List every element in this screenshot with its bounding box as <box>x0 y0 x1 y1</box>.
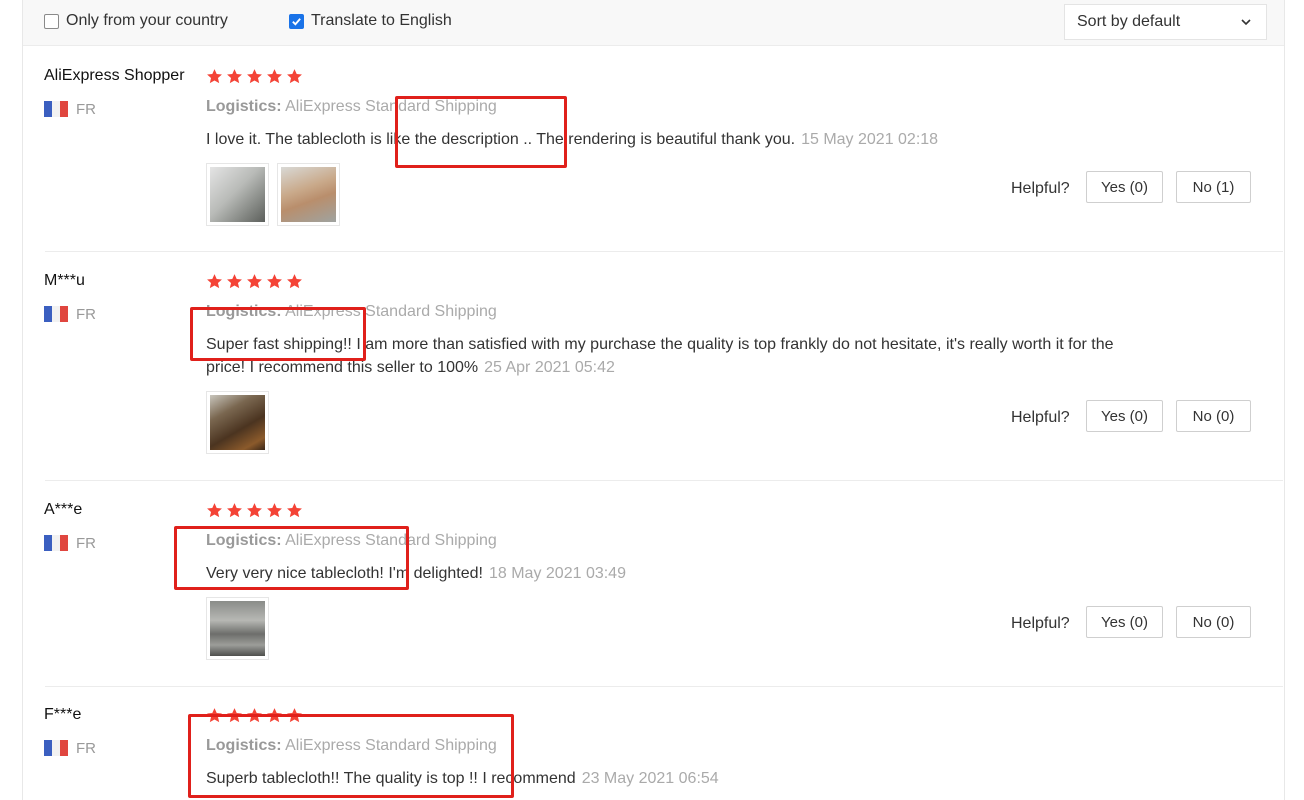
review-text: I love it. The tablecloth is like the de… <box>206 128 1126 151</box>
page-border-right <box>1284 0 1285 800</box>
review-photo-thumbnail[interactable] <box>206 163 269 226</box>
country-filter[interactable]: Only from your country <box>44 12 228 30</box>
helpful-yes-button[interactable]: Yes (0) <box>1086 171 1163 203</box>
helpful-yes-button[interactable]: Yes (0) <box>1086 606 1163 638</box>
france-flag-icon <box>44 535 68 551</box>
star-icon <box>247 274 262 289</box>
helpful-no-button[interactable]: No (0) <box>1176 606 1251 638</box>
reviewer-name: F***e <box>44 706 82 723</box>
review-photo <box>210 395 265 450</box>
star-icon <box>227 503 242 518</box>
helpful-yes-button[interactable]: Yes (0) <box>1086 400 1163 432</box>
star-icon <box>287 69 302 84</box>
review-item: M***u FR Logistics: AliExpress Standard … <box>23 252 1284 480</box>
highlight-box <box>188 714 514 798</box>
star-icon <box>227 69 242 84</box>
checkmark-icon <box>292 17 301 26</box>
highlight-box <box>190 307 366 361</box>
logistics-label: Logistics: <box>206 98 282 115</box>
france-flag-icon <box>44 306 68 322</box>
star-icon <box>207 274 222 289</box>
star-icon <box>267 274 282 289</box>
sort-select-value: Sort by default <box>1077 13 1181 30</box>
review-photo-thumbnail[interactable] <box>277 163 340 226</box>
review-photo-thumbnail[interactable] <box>206 391 269 454</box>
star-icon <box>247 69 262 84</box>
helpful-label: Helpful? <box>1011 409 1070 426</box>
review-date: 18 May 2021 03:49 <box>488 565 626 582</box>
star-icon <box>287 274 302 289</box>
reviewer-name: M***u <box>44 272 85 289</box>
star-icon <box>207 69 222 84</box>
star-icon <box>247 503 262 518</box>
review-date: 15 May 2021 02:18 <box>801 131 939 148</box>
filter-bar: Only from your country Translate to Engl… <box>23 0 1284 46</box>
france-flag-icon <box>44 740 68 756</box>
translate-checkbox[interactable] <box>289 13 304 29</box>
review-photo <box>210 601 265 656</box>
france-flag-icon <box>44 101 68 117</box>
helpful-label: Helpful? <box>1011 615 1070 632</box>
country-filter-label: Only from your country <box>66 12 228 29</box>
country-checkbox[interactable] <box>44 13 59 29</box>
star-icon <box>267 69 282 84</box>
sort-select[interactable]: Sort by default <box>1064 4 1267 40</box>
helpful-no-button[interactable]: No (0) <box>1176 400 1251 432</box>
star-rating <box>206 502 303 519</box>
star-icon <box>267 503 282 518</box>
review-item: AliExpress Shopper FR Logistics: AliExpr… <box>23 46 1284 251</box>
star-rating <box>206 273 303 290</box>
review-date: 25 Apr 2021 05:42 <box>484 359 615 376</box>
star-icon <box>207 503 222 518</box>
reviewer-country: FR <box>76 101 96 118</box>
review-date: 23 May 2021 06:54 <box>581 770 719 787</box>
translate-filter-label: Translate to English <box>311 12 452 29</box>
reviewer-name: AliExpress Shopper <box>44 67 185 84</box>
highlight-box <box>395 96 567 168</box>
star-rating <box>206 68 303 85</box>
reviewer-name: A***e <box>44 501 83 518</box>
star-icon <box>227 274 242 289</box>
reviewer-country: FR <box>76 306 96 323</box>
translate-filter[interactable]: Translate to English <box>289 12 452 30</box>
review-photo <box>210 167 265 222</box>
reviewer-country: FR <box>76 535 96 552</box>
reviewer-country: FR <box>76 740 96 757</box>
helpful-label: Helpful? <box>1011 180 1070 197</box>
helpful-no-button[interactable]: No (1) <box>1176 171 1251 203</box>
review-photo <box>281 167 336 222</box>
review-photo-thumbnail[interactable] <box>206 597 269 660</box>
star-icon <box>287 503 302 518</box>
chevron-down-icon <box>1241 19 1251 26</box>
highlight-box <box>174 526 409 590</box>
